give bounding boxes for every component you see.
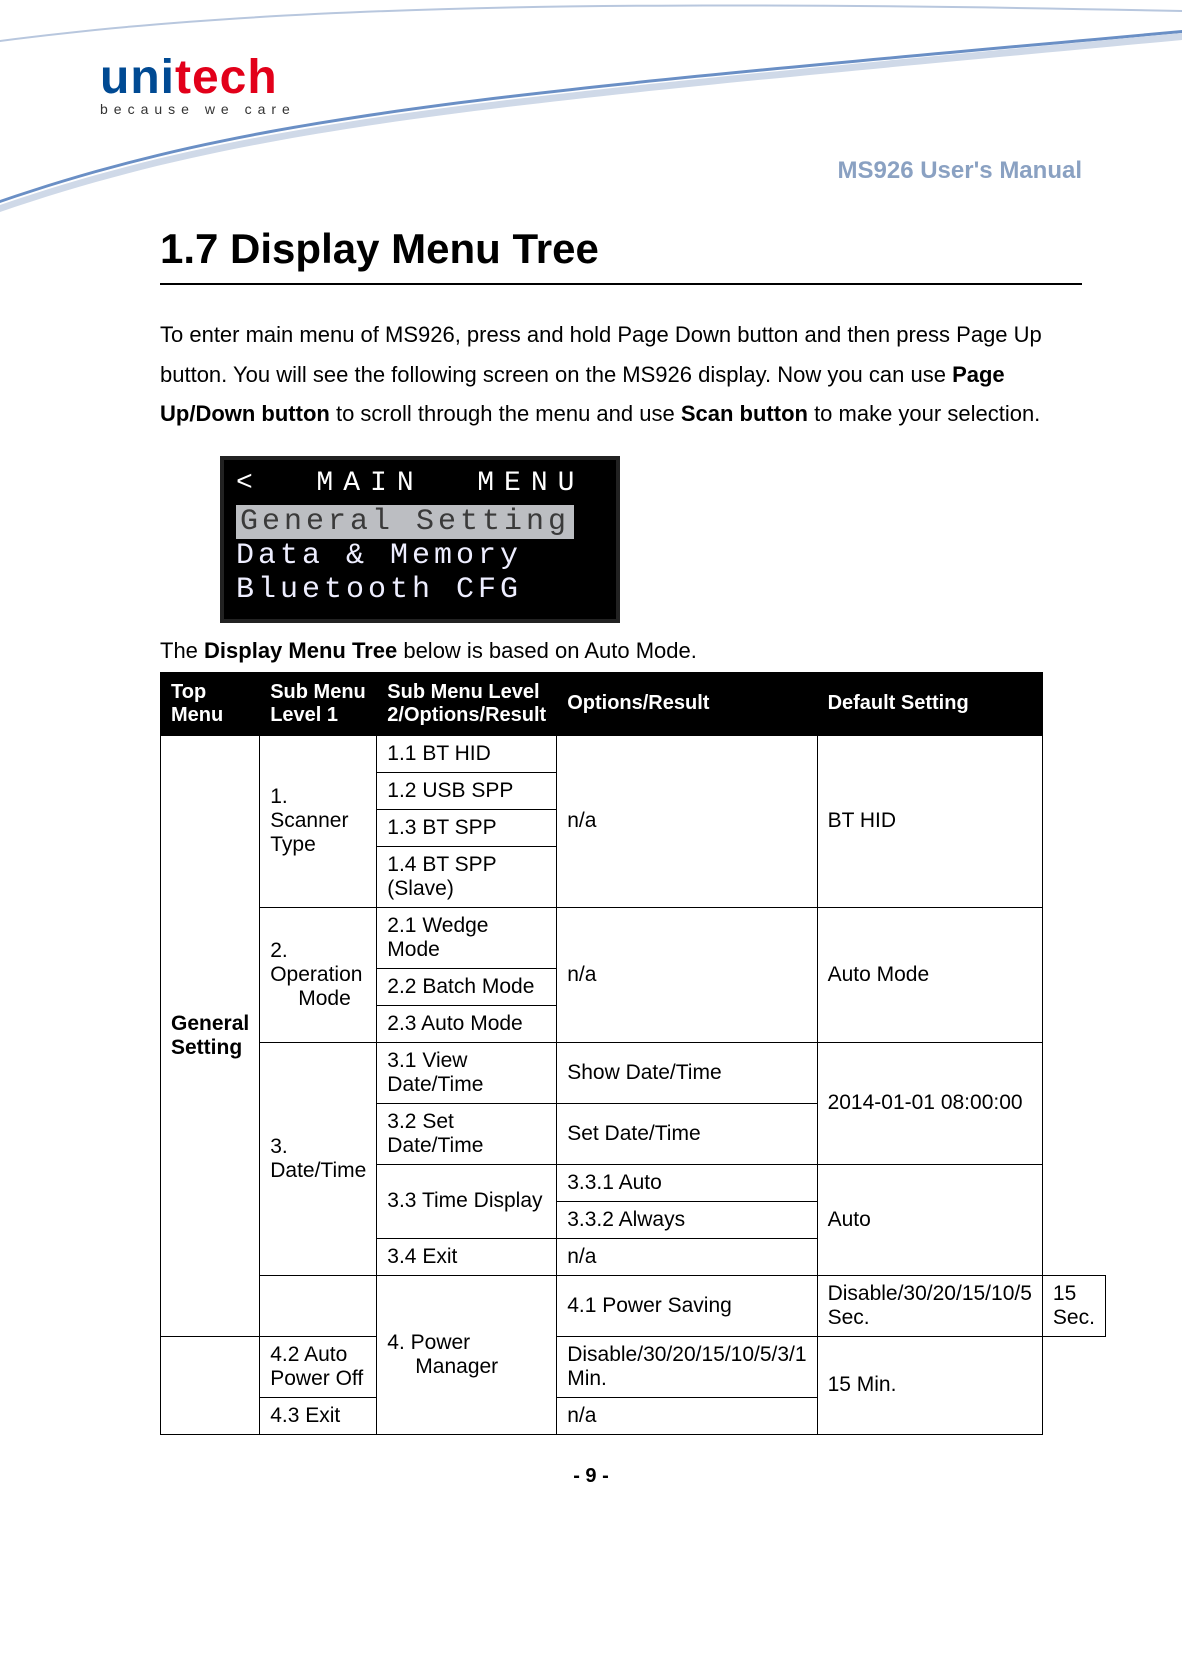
cell-sub2: 1.2 USB SPP (377, 772, 557, 809)
cell-sub2: 4.1 Power Saving (557, 1275, 817, 1336)
cell-sub2: 3.2 Set Date/Time (377, 1103, 557, 1164)
cell-options: n/a (557, 1397, 817, 1434)
page-number: - 9 - (100, 1465, 1082, 1488)
cell-default: Auto (817, 1164, 1042, 1275)
cell-sub2: 4.3 Exit (260, 1397, 377, 1434)
cell-options: n/a (557, 735, 817, 907)
cell-options: Set Date/Time (557, 1103, 817, 1164)
intro-paragraph: To enter main menu of MS926, press and h… (160, 315, 1082, 434)
cell-top-menu: General Setting (161, 735, 260, 1336)
cell-default: 2014-01-01 08:00:00 (817, 1042, 1042, 1164)
cell-sub2: 2.2 Batch Mode (377, 968, 557, 1005)
lcd-title: < MAIN MENU > (236, 468, 604, 499)
table-row: 4. PowerManager 4.1 Power Saving Disable… (161, 1275, 1106, 1336)
cell-options: Disable/30/20/15/10/5 Sec. (817, 1275, 1042, 1336)
cell-sub2: 1.4 BT SPP (Slave) (377, 846, 557, 907)
cell-sub2: 4.2 Auto Power Off (260, 1336, 377, 1397)
cell-default: Auto Mode (817, 907, 1042, 1042)
menu-tree-table: Top Menu Sub Menu Level 1 Sub Menu Level… (160, 672, 1106, 1435)
table-row: 2. OperationMode 2.1 Wedge Mode n/a Auto… (161, 907, 1106, 968)
cell-options: 3.3.2 Always (557, 1201, 817, 1238)
th-default: Default Setting (817, 672, 1042, 735)
logo-text-uni: uni (100, 51, 175, 104)
cell-default: 15 Sec. (1042, 1275, 1105, 1336)
cell-default: BT HID (817, 735, 1042, 907)
section-heading: 1.7 Display Menu Tree (160, 225, 1082, 273)
th-top-menu: Top Menu (161, 672, 260, 735)
cell-sub2: 3.3 Time Display (377, 1164, 557, 1238)
document-title: MS926 User's Manual (100, 157, 1082, 185)
section-rule (160, 283, 1082, 285)
cell-sub2: 2.3 Auto Mode (377, 1005, 557, 1042)
cell-sub2: 3.4 Exit (377, 1238, 557, 1275)
cell-sub2: 3.1 View Date/Time (377, 1042, 557, 1103)
lcd-row: Bluetooth CFG (236, 573, 604, 607)
th-options: Options/Result (557, 672, 817, 735)
table-row: 3. Date/Time 3.1 View Date/Time Show Dat… (161, 1042, 1106, 1103)
cell-sub2: 1.3 BT SPP (377, 809, 557, 846)
table-row: 4.2 Auto Power Off Disable/30/20/15/10/5… (161, 1336, 1106, 1397)
cell-options: Disable/30/20/15/10/5/3/1 Min. (557, 1336, 817, 1397)
lcd-row-selected: General Setting (236, 505, 574, 539)
cell-sub1: 2. OperationMode (260, 907, 377, 1042)
table-header-row: Top Menu Sub Menu Level 1 Sub Menu Level… (161, 672, 1106, 735)
logo-text-tech: tech (175, 51, 278, 104)
logo-tagline: because we care (100, 101, 1082, 117)
cell-options: Show Date/Time (557, 1042, 817, 1103)
cell-sub1: 1. Scanner Type (260, 735, 377, 907)
cell-sub1: 4. PowerManager (377, 1275, 557, 1434)
cell-options: 3.3.1 Auto (557, 1164, 817, 1201)
th-sub2: Sub Menu Level 2/Options/Result (377, 672, 557, 735)
table-caption: The Display Menu Tree below is based on … (160, 638, 1082, 664)
table-row: General Setting 1. Scanner Type 1.1 BT H… (161, 735, 1106, 772)
cell-sub2: 1.1 BT HID (377, 735, 557, 772)
cell-sub1: 3. Date/Time (260, 1042, 377, 1275)
brand-logo: unitech because we care (100, 50, 1082, 117)
cell-sub2: 2.1 Wedge Mode (377, 907, 557, 968)
lcd-row: Data & Memory (236, 539, 604, 573)
cell-options: n/a (557, 907, 817, 1042)
cell-options: n/a (557, 1238, 817, 1275)
lcd-screenshot: < MAIN MENU > General Setting Data & Mem… (220, 456, 620, 623)
cell-default: 15 Min. (817, 1336, 1042, 1434)
th-sub1: Sub Menu Level 1 (260, 672, 377, 735)
